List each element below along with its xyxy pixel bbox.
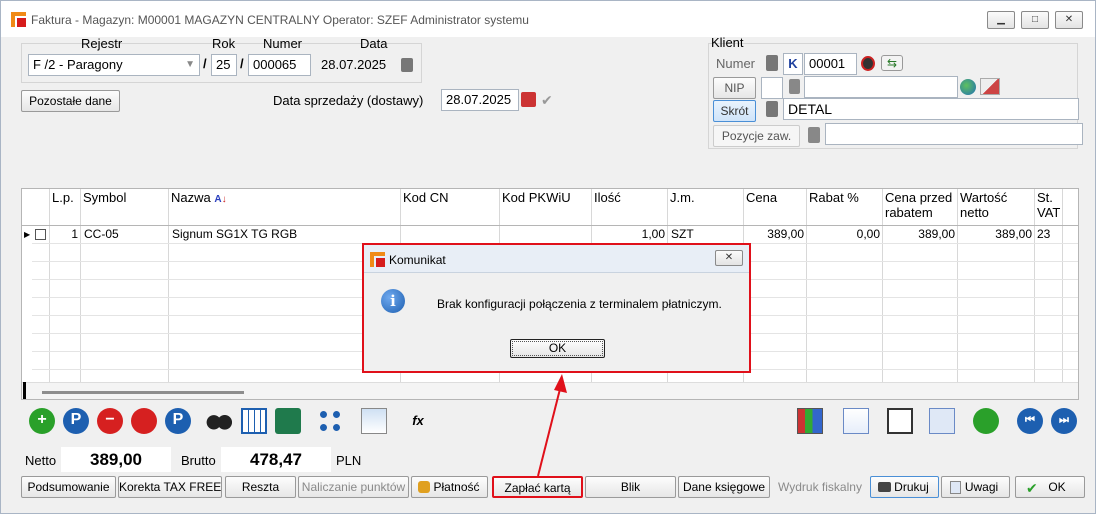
dialog-title: Komunikat	[389, 253, 446, 267]
dialog-ok-button[interactable]: OK	[510, 339, 605, 358]
dialog-close-button[interactable]: ✕	[715, 250, 743, 266]
message-dialog: Komunikat ✕ i Brak konfiguracji połączen…	[362, 243, 751, 373]
dialog-message: Brak konfiguracji połączenia z terminale…	[437, 297, 722, 311]
dialog-title-bar: Komunikat ✕	[364, 245, 749, 273]
invoice-window: Faktura - Magazyn: M00001 MAGAZYN CENTRA…	[0, 0, 1096, 514]
info-icon: i	[381, 289, 405, 313]
dialog-logo-icon	[370, 252, 385, 267]
